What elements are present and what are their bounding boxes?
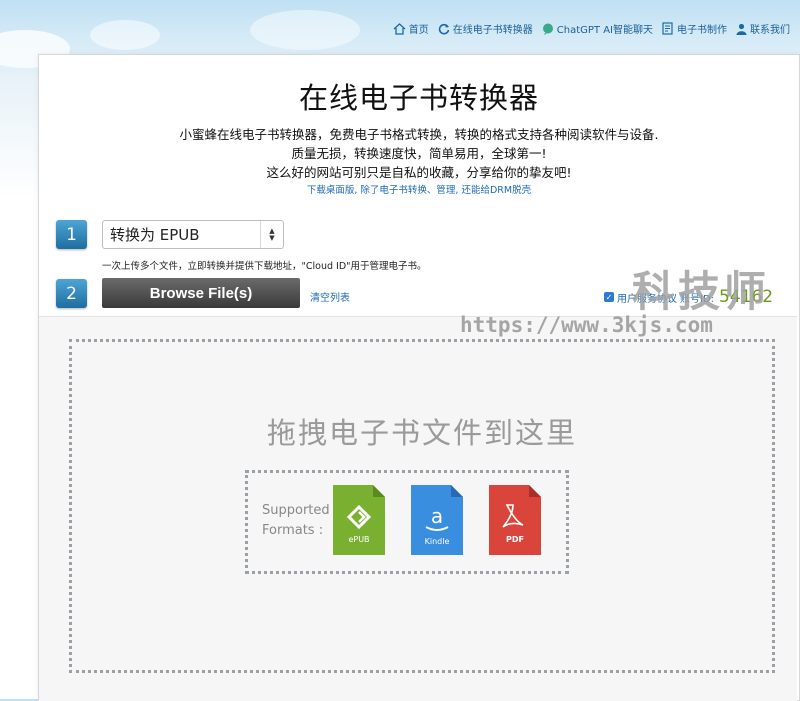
kindle-format-icon: a Kindle [411,485,463,555]
ebook-icon [662,22,673,35]
background-cloud [250,10,360,50]
format-select[interactable]: 转换为 EPUB ▲ ▼ [102,220,284,249]
nav-contact[interactable]: 联系我们 [736,21,790,36]
pdf-format-name: PDF [506,535,524,544]
format-select-value: 转换为 EPUB [110,226,200,244]
nav-converter-label: 在线电子书转换器 [452,25,533,36]
dropzone[interactable]: 拖拽电子书文件到这里 Supported Formats : ePUB a Ki… [69,339,775,673]
agreement-checkbox[interactable]: ✓ [604,292,614,302]
select-arrows-icon: ▲ ▼ [260,221,283,248]
download-desktop-link[interactable]: 下载桌面版, 除了电子书转换、管理, 还能给DRM脱壳 [39,182,799,196]
nav-converter[interactable]: 在线电子书转换器 [438,21,533,36]
epub-format-icon: ePUB [333,485,385,555]
nav-contact-label: 联系我们 [750,25,790,36]
supported-label-line: Formats : [262,523,324,538]
page-title: 在线电子书转换器 [298,81,539,115]
epub-format-name: ePUB [348,535,370,544]
supported-label-line: Supported [262,503,330,518]
chat-icon [542,23,553,35]
watermark-text: 科技师 [631,267,770,316]
kindle-format-name: Kindle [424,537,450,546]
clear-list-link[interactable]: 清空列表 [310,289,350,304]
description-line: 质量无损，转换速度快，简单易用，全球第一! [291,146,547,161]
nav-ebook-maker[interactable]: 电子书制作 [662,21,727,36]
browse-files-button[interactable]: Browse File(s) [102,278,300,308]
nav-ebook-maker-label: 电子书制作 [677,25,727,36]
nav-chatgpt-label: ChatGPT AI智能聊天 [556,25,653,36]
description-line: 这么好的网站可别只是自私的收藏，分享给你的挚友吧! [266,165,572,180]
background-cloud [90,20,160,50]
supported-formats-label: Supported Formats : [262,501,330,541]
dropzone-area[interactable]: 拖拽电子书文件到这里 Supported Formats : ePUB a Ki… [39,316,797,701]
nav-home-label: 首页 [408,25,429,36]
svg-text:a: a [431,504,443,528]
nav-chatgpt[interactable]: ChatGPT AI智能聊天 [542,21,653,36]
nav-home[interactable]: 首页 [393,21,429,36]
top-nav: 首页 在线电子书转换器 ChatGPT AI智能聊天 电子书制作 联系我们 [393,21,790,36]
upload-hint: 一次上传多个文件，立即转换并提供下载地址，"Cloud ID"用于管理电子书。 [102,261,427,272]
pdf-format-icon: PDF [489,485,541,555]
supported-formats-box: Supported Formats : ePUB a Kindle PDF [245,470,569,574]
step-2-badge: 2 [56,279,87,308]
description-line: 小蜜蜂在线电子书转换器，免费电子书格式转换，转换的格式支持各种阅读软件与设备. [179,127,659,142]
watermark-url: https://www.3kjs.com [460,313,713,337]
home-icon [393,22,406,35]
dropzone-title: 拖拽电子书文件到这里 [266,416,577,450]
page-description: 小蜜蜂在线电子书转换器，免费电子书格式转换，转换的格式支持各种阅读软件与设备. … [39,125,799,182]
user-icon [736,23,747,35]
converter-panel: 在线电子书转换器 小蜜蜂在线电子书转换器，免费电子书格式转换，转换的格式支持各种… [38,54,800,701]
refresh-icon [438,23,450,34]
step-1-badge: 1 [56,220,87,249]
